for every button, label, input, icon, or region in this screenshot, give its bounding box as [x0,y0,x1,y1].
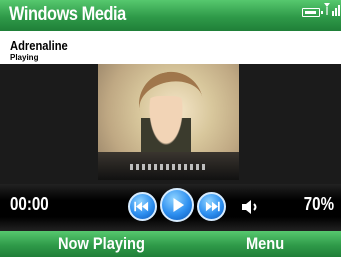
previous-track-button[interactable] [128,192,157,221]
video-content [130,164,208,170]
next-icon [205,201,220,212]
softkey-menu[interactable]: Menu [246,234,284,254]
previous-icon [134,201,149,212]
track-info: Adrenaline Playing [0,31,341,64]
elapsed-time: 00:00 [10,194,49,214]
video-frame[interactable] [98,64,239,180]
volume-percent: 70% [303,194,334,214]
speaker-icon[interactable] [240,198,262,216]
play-button[interactable] [160,188,194,222]
softkey-now-playing[interactable]: Now Playing [58,234,145,254]
playback-controls: 00:00 70% [0,184,341,231]
video-content [98,152,239,180]
play-icon [173,197,185,213]
windows-media-player: Windows Media Adrenaline Playing 00:00 7… [0,0,341,257]
playback-state: Playing [10,53,39,62]
signal-strength-icon [324,3,340,16]
title-bar: Windows Media [0,0,341,31]
battery-icon [302,8,323,17]
softkey-bar: Now Playing Menu [0,231,341,257]
track-title: Adrenaline [10,38,68,53]
video-area[interactable] [0,64,341,184]
next-track-button[interactable] [197,192,226,221]
app-title: Windows Media [9,4,126,25]
